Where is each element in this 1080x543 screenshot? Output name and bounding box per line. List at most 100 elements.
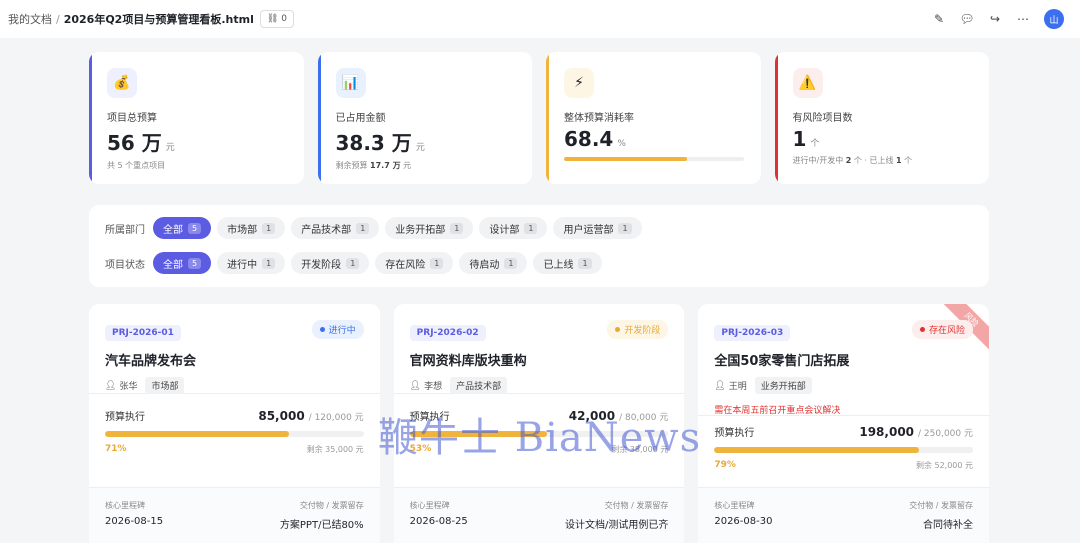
chip-label: 存在风险 xyxy=(385,259,426,271)
status-label: 存在风险 xyxy=(929,326,966,336)
budget-section: 预算执行 42,000 / 80,000 元 53% 剩余 38,000 元 xyxy=(393,394,685,488)
top-actions: ✎ 💬︎ ↪ ⋯ 山 xyxy=(932,9,1072,29)
chip-label: 用户运营部 xyxy=(563,224,614,236)
filter-label: 所属部门 xyxy=(105,224,145,236)
status-chip[interactable]: 存在风险 1 xyxy=(375,252,454,274)
project-footer: 核心里程碑 2026-08-25 交付物 / 发票留存 设计文档/测试用例已齐 xyxy=(393,488,685,543)
chip-label: 市场部 xyxy=(227,224,258,236)
chip-label: 设计部 xyxy=(489,224,520,236)
budget-remaining: 剩余 35,000 元 xyxy=(306,445,364,454)
chip-label: 业务开拓部 xyxy=(395,224,446,236)
chip-label: 待启动 xyxy=(469,259,500,271)
budget-percent: 71% xyxy=(105,444,127,454)
kpi-subtext: 剩余预算 17.7 万 元 xyxy=(335,161,412,170)
link-count-pill[interactable]: ⛓ 0 xyxy=(259,10,295,28)
project-footer: 核心里程碑 2026-08-15 交付物 / 发票留存 方案PPT/已结80% xyxy=(89,488,380,543)
project-meta: 👤︎ 李想 产品技术部 xyxy=(410,377,669,394)
budget-progress-bar xyxy=(105,431,364,437)
status-dot-icon xyxy=(920,327,925,332)
risk-note: 需在本周五前召开重点会议解决 xyxy=(714,406,841,416)
project-header: PRJ-2026-03 存在风险 全国50家零售门店拓展 👤︎ 王明 业务开拓部 … xyxy=(698,304,990,416)
department-tag: 业务开拓部 xyxy=(754,377,812,394)
filter-panel: 所属部门 全部 5 市场部 1 产品技术部 1 业务开拓部 1 设计部 1 用户运营部 1 项目状态 … xyxy=(89,205,989,287)
chip-count: 1 xyxy=(450,222,464,234)
budget-progress-fill xyxy=(105,431,289,437)
budget-total: / 120,000 元 xyxy=(308,413,364,423)
comment-icon[interactable]: 💬︎ xyxy=(959,12,974,26)
breadcrumb-separator: / xyxy=(56,12,60,26)
deliverable-value: 设计文档/测试用例已齐 xyxy=(564,520,669,531)
share-icon[interactable]: ↪ xyxy=(988,12,1002,26)
chip-count: 1 xyxy=(618,222,632,234)
chip-count: 1 xyxy=(356,222,370,234)
avatar[interactable]: 山 xyxy=(1044,9,1064,29)
kpi-row: 💰 项目总预算 56 万元 共 5 个重点项目 📊 已占用金额 38.3 万元 … xyxy=(89,52,989,184)
status-chip[interactable]: 待启动 1 xyxy=(459,252,528,274)
kpi-subtext: 共 5 个重点项目 xyxy=(107,161,166,170)
budget-remaining: 剩余 38,000 元 xyxy=(611,445,669,454)
kpi-used-amount: 📊 已占用金额 38.3 万元 剩余预算 17.7 万 元 xyxy=(317,52,532,184)
department-chip[interactable]: 产品技术部 1 xyxy=(291,217,380,239)
chip-label: 已上线 xyxy=(543,259,574,271)
milestone-label: 核心里程碑 xyxy=(714,501,755,510)
project-card[interactable]: PRJ-2026-02 开发阶段 官网资料库版块重构 👤︎ 李想 产品技术部 预算… xyxy=(393,304,685,543)
project-card[interactable]: 风险 PRJ-2026-03 存在风险 全国50家零售门店拓展 👤︎ 王明 业务开… xyxy=(698,304,990,543)
document-title: 2026年Q2项目与预算管理看板.html xyxy=(63,13,254,26)
kpi-value: 68.4 xyxy=(564,127,614,151)
kpi-label: 整体预算消耗率 xyxy=(564,113,634,124)
chip-count: 5 xyxy=(188,222,202,234)
edit-icon[interactable]: ✎ xyxy=(932,12,946,26)
deliverable-label: 交付物 / 发票留存 xyxy=(604,501,669,510)
project-card[interactable]: PRJ-2026-01 进行中 汽车品牌发布会 👤︎ 张华 市场部 预算执行 85… xyxy=(89,304,380,543)
kpi-unit: 元 xyxy=(415,143,425,153)
status-chip[interactable]: 进行中 1 xyxy=(217,252,286,274)
project-name: 汽车品牌发布会 xyxy=(105,354,197,369)
budget-percent: 53% xyxy=(409,444,432,454)
status-badge: 开发阶段 xyxy=(607,320,669,339)
budget-used: 42,000 xyxy=(568,409,616,423)
owner-name: 李想 xyxy=(424,382,443,392)
kpi-label: 已占用金额 xyxy=(335,113,386,124)
person-icon: 👤︎ xyxy=(409,380,422,391)
top-bar: 我的文档 / 2026年Q2项目与预算管理看板.html ⛓ 0 ✎ 💬︎ ↪ … xyxy=(0,0,1080,38)
kpi-value: 1 xyxy=(792,127,807,151)
budget-section: 预算执行 85,000 / 120,000 元 71% 剩余 35,000 元 xyxy=(89,394,380,488)
budget-total: / 80,000 元 xyxy=(619,413,669,423)
project-name: 官网资料库版块重构 xyxy=(409,354,527,369)
project-header: PRJ-2026-01 进行中 汽车品牌发布会 👤︎ 张华 市场部 xyxy=(89,304,380,394)
milestone-label: 核心里程碑 xyxy=(409,501,450,510)
budget-label: 预算执行 xyxy=(105,412,145,423)
deliverable-value: 合同待补全 xyxy=(923,520,974,531)
milestone-date: 2026-08-15 xyxy=(105,516,164,527)
department-chip[interactable]: 业务开拓部 1 xyxy=(385,217,474,239)
lightning-icon: ⚡ xyxy=(564,68,594,98)
budget-label: 预算执行 xyxy=(714,428,755,439)
chip-label: 全部 xyxy=(163,259,183,271)
milestone-date: 2026-08-30 xyxy=(714,516,773,527)
status-chip[interactable]: 全部 5 xyxy=(153,252,212,274)
status-label: 开发阶段 xyxy=(624,326,661,336)
owner: 👤︎ 张华 xyxy=(105,379,137,393)
more-icon[interactable]: ⋯ xyxy=(1016,12,1030,26)
project-header: PRJ-2026-02 开发阶段 官网资料库版块重构 👤︎ 李想 产品技术部 xyxy=(393,304,685,394)
kpi-unit: 个 xyxy=(810,139,820,149)
project-cards: PRJ-2026-01 进行中 汽车品牌发布会 👤︎ 张华 市场部 预算执行 85… xyxy=(89,304,990,543)
owner-name: 王明 xyxy=(728,382,747,392)
department-chip[interactable]: 全部 5 xyxy=(153,217,212,239)
department-chip[interactable]: 市场部 1 xyxy=(217,217,286,239)
department-chip[interactable]: 设计部 1 xyxy=(479,217,548,239)
kpi-value: 38.3 万 xyxy=(335,131,412,155)
breadcrumb-root[interactable]: 我的文档 xyxy=(8,11,52,27)
chip-count: 5 xyxy=(188,257,202,269)
chip-label: 全部 xyxy=(163,224,183,236)
project-code: PRJ-2026-02 xyxy=(409,325,486,341)
status-chip[interactable]: 已上线 1 xyxy=(533,252,602,274)
budget-progress-bar xyxy=(409,431,669,437)
department-chip[interactable]: 用户运营部 1 xyxy=(553,217,642,239)
department-filter: 所属部门 全部 5 市场部 1 产品技术部 1 业务开拓部 1 设计部 1 用户运营部 1 xyxy=(105,216,973,240)
status-chip[interactable]: 开发阶段 1 xyxy=(291,252,370,274)
status-label: 进行中 xyxy=(328,326,356,336)
kpi-subtext: 进行中/开发中 2 个 · 已上线 1 个 xyxy=(792,156,913,165)
project-code: PRJ-2026-03 xyxy=(714,325,791,341)
chip-label: 进行中 xyxy=(227,259,258,271)
